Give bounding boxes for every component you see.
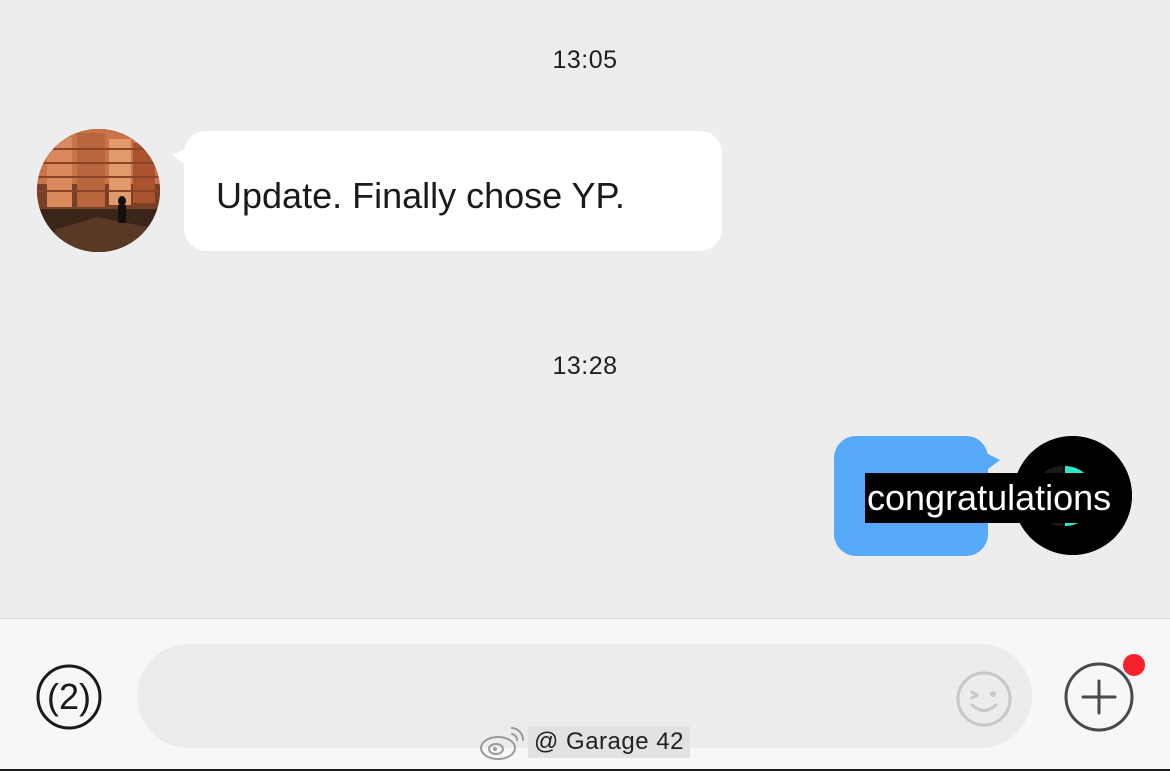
watermark: @ Garage 42 — [478, 722, 690, 762]
emoji-button[interactable] — [955, 670, 1013, 728]
watermark-text: @ Garage 42 — [528, 726, 690, 758]
notification-dot — [1121, 652, 1147, 678]
voice-button-label: (2) — [47, 676, 91, 717]
message-timestamp: 13:28 — [552, 352, 618, 380]
emoji-icon — [956, 671, 1012, 727]
contact-avatar[interactable] — [37, 129, 160, 252]
contact-avatar-photo — [37, 129, 160, 252]
incoming-message-bubble[interactable]: Update. Finally chose YP. — [172, 131, 722, 251]
message-timestamp: 13:05 — [552, 46, 618, 74]
chat-screen: 13:05 Update. Finally chose YP. 13:28 co… — [0, 0, 1170, 771]
voice-input-button[interactable]: (2) — [34, 662, 104, 732]
weibo-icon — [480, 727, 525, 760]
outgoing-message-text: congratulations — [865, 473, 1118, 523]
incoming-message-text: Update. Finally chose YP. — [216, 175, 625, 216]
message-list[interactable]: 13:05 Update. Finally chose YP. 13:28 co… — [0, 0, 1170, 618]
